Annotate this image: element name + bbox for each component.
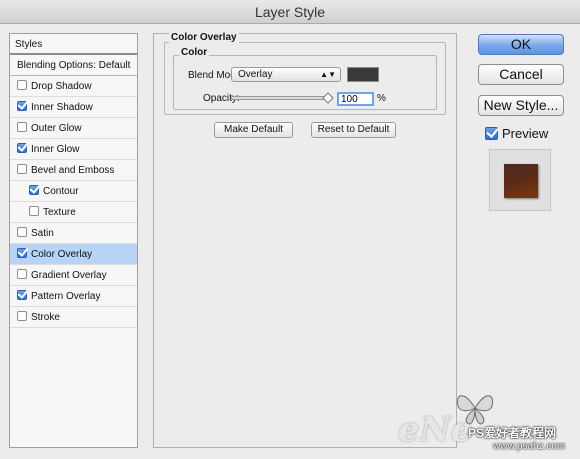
- sidebar-item-satin[interactable]: Satin: [10, 223, 137, 244]
- select-arrows-icon: ▲▼: [320, 70, 336, 79]
- sidebar-item-label: Bevel and Emboss: [31, 165, 115, 176]
- sidebar-item-inner-glow[interactable]: Inner Glow: [10, 139, 137, 160]
- styles-list: Styles Blending Options: Default Drop Sh…: [9, 33, 138, 448]
- opacity-input[interactable]: [337, 92, 374, 106]
- sidebar-item-color-overlay[interactable]: Color Overlay: [10, 244, 137, 265]
- sidebar-item-label: Inner Glow: [31, 144, 80, 155]
- satin-checkbox[interactable]: [17, 227, 27, 238]
- panel-title: Color Overlay: [169, 32, 239, 43]
- color-group-title: Color: [179, 47, 210, 58]
- sidebar-item-label: Gradient Overlay: [31, 270, 107, 281]
- watermark-url: www.psahz.com: [493, 441, 566, 452]
- preview-label: Preview: [502, 126, 549, 141]
- sidebar-item-label: Drop Shadow: [31, 81, 92, 92]
- ok-button[interactable]: OK: [478, 34, 564, 55]
- watermark-site-name: PS爱好者教程网: [468, 426, 557, 440]
- sidebar-item-bevel-emboss[interactable]: Bevel and Emboss: [10, 160, 137, 181]
- preview-thumbnail: [504, 164, 538, 198]
- blending-options-item[interactable]: Blending Options: Default: [10, 55, 137, 76]
- stroke-checkbox[interactable]: [17, 311, 27, 322]
- sidebar-item-label: Inner Shadow: [31, 102, 93, 113]
- blend-mode-select[interactable]: Overlay ▲▼: [231, 67, 341, 82]
- sidebar-item-texture[interactable]: Texture: [10, 202, 137, 223]
- style-preview: [489, 149, 551, 211]
- sidebar-item-label: Stroke: [31, 312, 60, 323]
- inner-shadow-checkbox[interactable]: [17, 101, 27, 112]
- gradient-overlay-checkbox[interactable]: [17, 269, 27, 280]
- sidebar-item-label: Color Overlay: [31, 249, 93, 260]
- sidebar-item-contour[interactable]: Contour: [10, 181, 137, 202]
- bevel-emboss-checkbox[interactable]: [17, 164, 27, 175]
- watermark-logo: eNe: [398, 410, 473, 450]
- sidebar-item-gradient-overlay[interactable]: Gradient Overlay: [10, 265, 137, 286]
- preview-checkbox[interactable]: [485, 127, 498, 141]
- styles-header[interactable]: Styles: [10, 34, 137, 55]
- sidebar-item-label: Satin: [31, 228, 54, 239]
- drop-shadow-checkbox[interactable]: [17, 80, 27, 91]
- texture-checkbox[interactable]: [29, 206, 39, 217]
- color-overlay-checkbox[interactable]: [17, 248, 27, 259]
- pattern-overlay-checkbox[interactable]: [17, 290, 27, 301]
- sidebar-item-outer-glow[interactable]: Outer Glow: [10, 118, 137, 139]
- opacity-slider[interactable]: [231, 96, 333, 100]
- cancel-button[interactable]: Cancel: [478, 64, 564, 85]
- opacity-unit: %: [377, 93, 386, 104]
- new-style-button[interactable]: New Style...: [478, 95, 564, 116]
- blend-mode-value: Overlay: [238, 69, 273, 80]
- watermark: eNe PS爱好者教程网 www.psahz.com: [398, 388, 580, 459]
- sidebar-item-label: Outer Glow: [31, 123, 82, 134]
- sidebar-item-drop-shadow[interactable]: Drop Shadow: [10, 76, 137, 97]
- sidebar-item-label: Texture: [43, 207, 76, 218]
- outer-glow-checkbox[interactable]: [17, 122, 27, 133]
- sidebar-item-inner-shadow[interactable]: Inner Shadow: [10, 97, 137, 118]
- inner-glow-checkbox[interactable]: [17, 143, 27, 154]
- sidebar-item-pattern-overlay[interactable]: Pattern Overlay: [10, 286, 137, 307]
- sidebar-item-label: Pattern Overlay: [31, 291, 101, 302]
- contour-checkbox[interactable]: [29, 185, 39, 196]
- reset-default-button[interactable]: Reset to Default: [311, 122, 396, 138]
- sidebar-item-stroke[interactable]: Stroke: [10, 307, 137, 328]
- window-title: Layer Style: [0, 0, 580, 24]
- overlay-color-swatch[interactable]: [347, 67, 379, 82]
- make-default-button[interactable]: Make Default: [214, 122, 293, 138]
- sidebar-item-label: Contour: [43, 186, 79, 197]
- preview-toggle[interactable]: Preview: [485, 126, 548, 141]
